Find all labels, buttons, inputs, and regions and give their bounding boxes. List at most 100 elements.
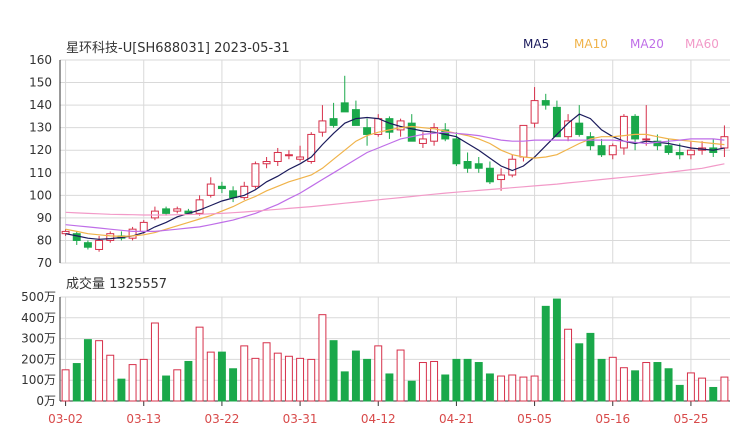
price-y-tick: 120	[29, 143, 52, 157]
volume-bar	[251, 357, 260, 402]
candle-body	[675, 151, 684, 156]
volume-bar	[284, 355, 293, 402]
price-y-tick: 140	[29, 98, 52, 112]
volume-bar	[642, 362, 651, 402]
price-y-tick: 130	[29, 121, 52, 135]
candle-body	[351, 109, 360, 126]
volume-bar	[541, 305, 550, 402]
candle-body	[251, 163, 260, 187]
x-tick-label: 03-13	[126, 412, 161, 426]
ma60-line	[65, 163, 725, 216]
volume-bar	[385, 373, 394, 402]
price-y-tick: 70	[37, 256, 52, 270]
volume-bar	[597, 358, 606, 402]
price-y-tick: 90	[37, 211, 52, 225]
candle-body	[329, 118, 338, 126]
candle-body	[418, 138, 427, 144]
volume-bar	[262, 342, 271, 402]
volume-y-tick: 300万	[21, 332, 56, 346]
volume-bar	[519, 376, 528, 402]
volume-bar	[206, 351, 215, 402]
x-tick-label: 05-25	[673, 412, 708, 426]
candle-body	[106, 233, 115, 241]
volume-bar	[340, 371, 349, 402]
volume-bar	[184, 360, 193, 402]
candle-body	[497, 174, 506, 181]
candle-body	[206, 183, 215, 196]
volume-bar	[564, 328, 573, 402]
candle-body	[619, 115, 628, 149]
x-tick-label: 03-31	[283, 412, 318, 426]
candle-body	[217, 185, 226, 190]
volume-bar	[363, 358, 372, 402]
volume-bar	[150, 322, 159, 402]
candle-body	[463, 161, 472, 169]
volume-bar	[106, 354, 115, 402]
volume-bar	[709, 386, 718, 402]
price-y-tick: 150	[29, 76, 52, 90]
volume-bar	[351, 350, 360, 402]
candle-body	[296, 156, 305, 160]
candle-body	[72, 233, 81, 241]
volume-bar	[240, 345, 249, 402]
volume-bar	[117, 378, 126, 402]
candle-body	[541, 100, 550, 106]
candle-body	[61, 230, 70, 235]
candle-body	[273, 151, 282, 163]
volume-bar	[552, 298, 561, 402]
volume-bar	[418, 362, 427, 402]
candle-body	[363, 127, 372, 135]
candle-body	[508, 158, 517, 176]
candle-body	[720, 136, 729, 149]
candle-body	[575, 122, 584, 135]
volume-bar	[229, 368, 238, 402]
volume-bar	[698, 377, 707, 402]
volume-bar	[508, 374, 517, 402]
volume-bar	[497, 375, 506, 402]
volume-bar	[463, 358, 472, 402]
volume-bar	[329, 340, 338, 402]
volume-bar	[128, 364, 137, 402]
x-tick-label: 05-05	[517, 412, 552, 426]
candle-body	[407, 122, 416, 142]
candle-body	[229, 190, 238, 199]
volume-bar	[474, 362, 483, 402]
volume-bar	[173, 369, 182, 402]
candle-body	[642, 138, 651, 141]
candle-body	[474, 163, 483, 169]
volume-bar	[296, 357, 305, 402]
volume-bar	[307, 358, 316, 402]
volume-bar	[273, 352, 282, 402]
volume-bar	[139, 358, 148, 402]
x-tick-label: 05-16	[595, 412, 630, 426]
volume-bar	[575, 343, 584, 402]
volume-bar	[586, 332, 595, 402]
candle-body	[664, 145, 673, 153]
volume-bar	[530, 375, 539, 402]
chart-stage: 星环科技-U[SH688031] 2023-05-31 MA5 MA10 MA2…	[0, 0, 740, 440]
candle-body	[318, 120, 327, 133]
volume-bar	[619, 367, 628, 402]
volume-bar	[396, 349, 405, 402]
stock-chart-svg: 160 150 140 130 120 110 100 90 80 70 500万 400万 300万 2…	[21, 53, 730, 426]
volume-y-tick: 200万	[21, 352, 56, 366]
volume-bar	[217, 351, 226, 402]
volume-bar	[686, 372, 695, 402]
volume-y-tick: 400万	[21, 311, 56, 325]
candle-body	[162, 208, 171, 214]
price-y-tick: 80	[37, 233, 52, 247]
volume-bar	[631, 370, 640, 402]
price-y-tick: 110	[29, 166, 52, 180]
candle-body	[631, 115, 640, 140]
x-tick-label: 04-12	[361, 412, 396, 426]
candle-body	[95, 239, 104, 250]
candle-body	[284, 154, 293, 157]
candle-body	[83, 242, 92, 248]
volume-bar	[162, 375, 171, 402]
volume-bar	[608, 356, 617, 402]
candle-body	[597, 145, 606, 156]
x-tick-label: 03-22	[204, 412, 239, 426]
volume-bar	[374, 345, 383, 402]
price-y-tick: 100	[29, 188, 52, 202]
candle-body	[608, 145, 617, 156]
